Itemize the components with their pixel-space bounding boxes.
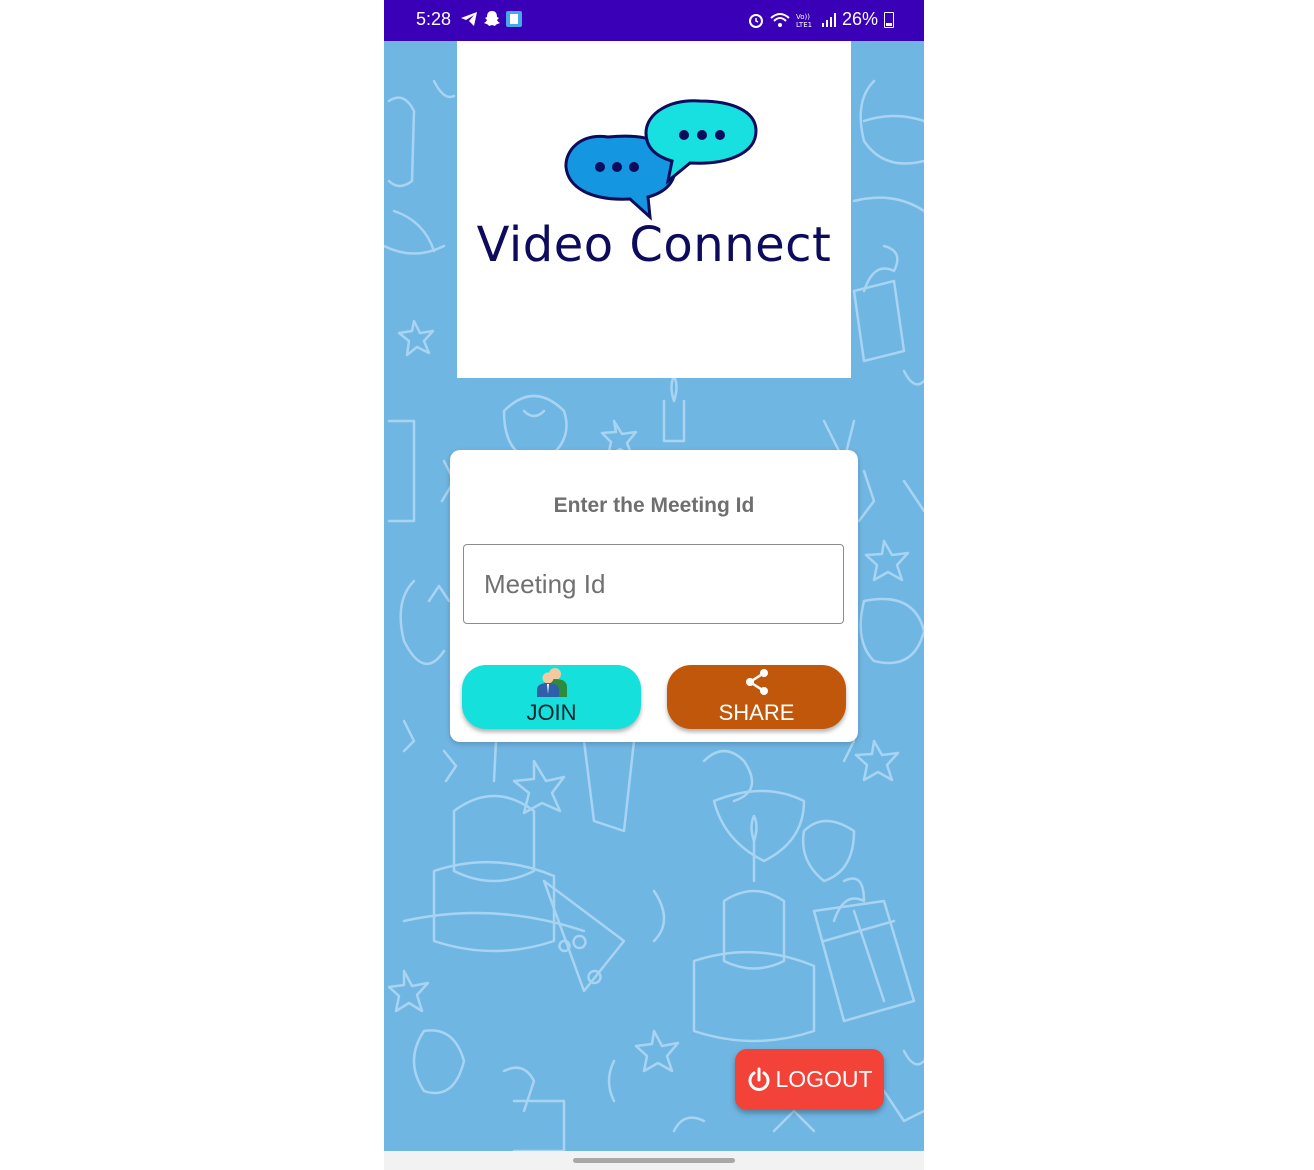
battery-percent: 26%	[841, 9, 878, 29]
join-label: JOIN	[526, 700, 577, 725]
app-notification-icon	[506, 11, 522, 27]
status-left-icons	[460, 10, 522, 28]
wifi-icon	[770, 12, 790, 27]
app-title: Video Connect	[476, 217, 832, 273]
navigation-bar	[384, 1151, 924, 1170]
svg-text:LTE1: LTE1	[796, 21, 812, 28]
battery-icon	[884, 11, 894, 28]
status-time: 5:28	[416, 9, 452, 29]
logo-panel: Video Connect	[457, 41, 851, 378]
svg-text:Vo)): Vo))	[796, 13, 810, 21]
people-icon	[536, 668, 567, 697]
telegram-icon	[461, 12, 477, 26]
app-background: Video Connect Enter the Meeting Id JOIN	[384, 41, 924, 1151]
alarm-icon	[748, 13, 763, 28]
join-button[interactable]: JOIN	[462, 665, 641, 729]
status-bar: 5:28 Vo)) LTE1 26%	[384, 0, 924, 41]
meeting-card: Enter the Meeting Id JOIN	[450, 450, 858, 742]
share-button[interactable]: SHARE	[667, 665, 846, 729]
meeting-id-input[interactable]	[463, 544, 844, 624]
status-right: Vo)) LTE1 26%	[748, 9, 894, 30]
signal-icon	[821, 12, 836, 27]
share-icon	[745, 669, 768, 695]
logout-button[interactable]: LOGOUT	[735, 1049, 884, 1110]
meeting-heading: Enter the Meeting Id	[553, 494, 755, 517]
share-label: SHARE	[718, 700, 795, 725]
home-gesture-handle[interactable]	[573, 1158, 735, 1163]
logout-label: LOGOUT	[775, 1066, 873, 1092]
power-icon	[748, 1067, 770, 1091]
volte-icon: Vo))LTE1	[796, 13, 812, 28]
phone-screen: 5:28 Vo)) LTE1 26% Video Connect Enter t…	[384, 0, 924, 1170]
snapchat-icon	[484, 11, 500, 26]
chat-bubbles-icon	[564, 99, 758, 221]
